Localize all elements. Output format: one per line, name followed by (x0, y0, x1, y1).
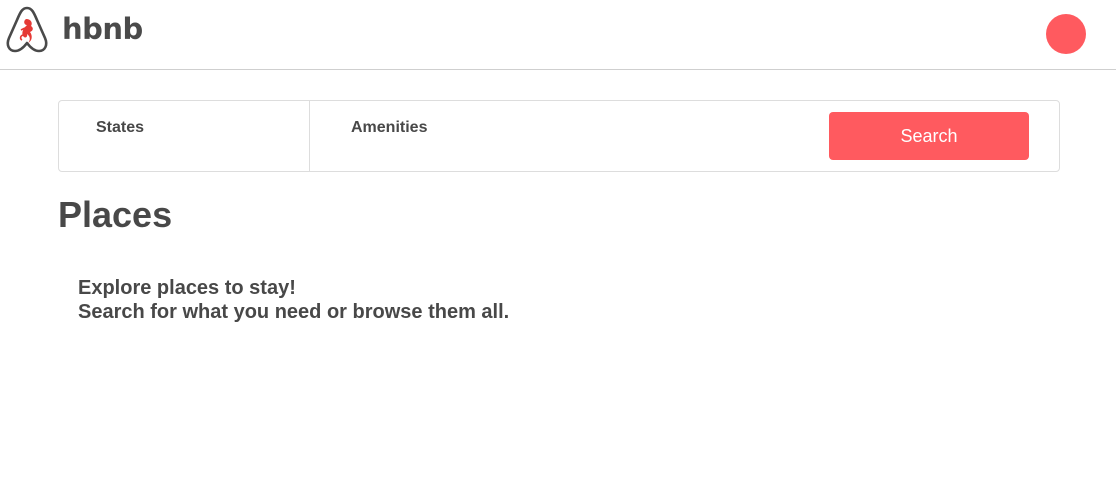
page-title: Places (58, 194, 173, 235)
site-header: hbnb (0, 0, 1116, 70)
brand-name: hbnb (62, 11, 143, 46)
amenities-filter-label: Amenities (351, 119, 428, 136)
places-intro: Explore places to stay! Search for what … (78, 276, 509, 324)
search-button[interactable]: Search (829, 112, 1029, 160)
user-avatar-icon[interactable] (1046, 14, 1086, 54)
states-filter[interactable]: States (59, 101, 310, 171)
amenities-filter[interactable]: Amenities (310, 101, 560, 171)
intro-line-1: Explore places to stay! (78, 277, 296, 299)
airbnb-logo-icon (6, 6, 48, 53)
intro-line-2: Search for what you need or browse them … (78, 301, 510, 323)
logo[interactable]: hbnb (4, 5, 143, 53)
states-filter-label: States (96, 119, 145, 136)
filters-bar: States Amenities Search (58, 100, 1060, 172)
